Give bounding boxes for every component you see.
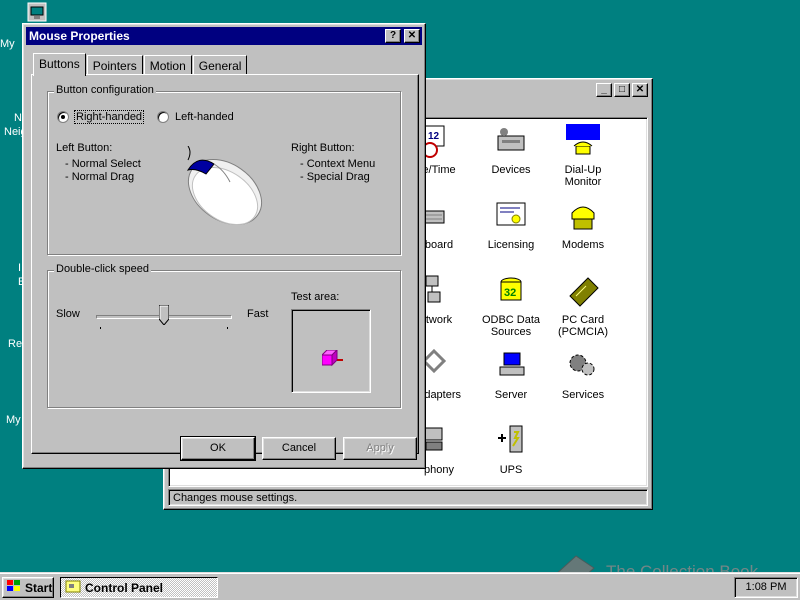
network-icon xyxy=(422,274,456,308)
system-tray: 1:08 PM xyxy=(734,577,798,598)
server-icon xyxy=(494,349,528,383)
cp-item-pc-card[interactable]: PC Card (PCMCIA) xyxy=(545,274,621,338)
odbc-icon: 32 xyxy=(494,274,528,308)
control-panel-icon xyxy=(65,579,81,596)
dialup-monitor-icon xyxy=(566,124,600,158)
help-button[interactable]: ? xyxy=(385,29,401,43)
minimize-button[interactable]: _ xyxy=(596,83,612,97)
modems-icon xyxy=(566,199,600,233)
clock[interactable]: 1:08 PM xyxy=(746,581,787,593)
button-configuration-label: Button configuration xyxy=(54,84,156,96)
cp-item-server[interactable]: Server xyxy=(473,349,549,401)
right-button-line2: - Special Drag xyxy=(300,171,370,183)
left-button-line1: - Normal Select xyxy=(65,158,141,170)
desktop-top-icon[interactable] xyxy=(27,2,47,22)
ups-icon xyxy=(494,424,528,458)
start-button[interactable]: Start xyxy=(2,577,54,598)
cp-item-ups[interactable]: UPS xyxy=(473,424,549,476)
tab-motion[interactable]: Motion xyxy=(143,55,192,75)
right-button-title: Right Button: xyxy=(291,142,355,154)
test-area[interactable] xyxy=(291,309,371,393)
devices-icon xyxy=(494,124,528,158)
maximize-button[interactable]: □ xyxy=(614,83,630,97)
right-handed-radio-dot xyxy=(57,111,69,123)
left-handed-radio[interactable]: Left-handed xyxy=(157,111,234,123)
tab-buttons[interactable]: Buttons xyxy=(33,53,86,76)
services-icon xyxy=(566,349,600,383)
cp-item-devices[interactable]: Devices xyxy=(473,124,549,176)
tab-strip: Buttons Pointers Motion General xyxy=(33,53,248,76)
scsi-adapters-icon xyxy=(421,348,456,383)
cp-item-services[interactable]: Services xyxy=(545,349,621,401)
cp-item-modems[interactable]: Modems xyxy=(545,199,621,251)
right-button-line1: - Context Menu xyxy=(300,158,376,170)
close-button[interactable]: ✕ xyxy=(632,83,648,97)
left-button-line2: - Normal Drag xyxy=(65,171,135,183)
right-handed-label: Right-handed xyxy=(73,110,145,124)
double-click-slider[interactable] xyxy=(96,303,232,333)
dialog-titlebar[interactable]: Mouse Properties ? ✕ xyxy=(26,27,422,45)
mouse-illustration-icon xyxy=(180,145,270,233)
status-bar: Changes mouse settings. xyxy=(168,489,648,506)
slow-label: Slow xyxy=(56,308,80,320)
mouse-properties-dialog: Mouse Properties ? ✕ Buttons Pointers Mo… xyxy=(22,23,426,469)
taskbar-item-control-panel[interactable]: Control Panel xyxy=(60,577,218,598)
apply-button[interactable]: Apply xyxy=(343,437,417,460)
left-button-title: Left Button: xyxy=(56,142,113,154)
taskbar-item-label: Control Panel xyxy=(85,580,164,595)
slider-thumb[interactable] xyxy=(158,304,170,326)
licensing-icon xyxy=(494,199,528,233)
ok-button[interactable]: OK xyxy=(180,436,256,461)
jack-in-the-box-icon xyxy=(320,348,344,371)
cp-item-odbc[interactable]: 32 ODBC Data Sources xyxy=(473,274,549,338)
cp-item-dial-up-monitor[interactable]: Dial-Up Monitor xyxy=(545,124,621,188)
date-time-icon: 12 xyxy=(422,124,456,158)
test-area-label: Test area: xyxy=(291,291,340,303)
cp-item-licensing[interactable]: Licensing xyxy=(473,199,549,251)
telephony-icon xyxy=(422,424,456,458)
slider-tick-end xyxy=(227,327,228,329)
tab-general[interactable]: General xyxy=(192,55,248,75)
taskbar: Start Control Panel 1:08 PM xyxy=(0,572,800,600)
left-handed-radio-dot xyxy=(157,111,169,123)
fast-label: Fast xyxy=(247,308,269,320)
status-text: Changes mouse settings. xyxy=(173,492,298,504)
tab-pointers[interactable]: Pointers xyxy=(86,55,143,75)
buttons-tab-panel: Button configuration Right-handed Left-h… xyxy=(31,74,419,454)
cancel-button[interactable]: Cancel xyxy=(262,437,336,460)
svg-text:12: 12 xyxy=(428,131,440,142)
windows-logo-icon xyxy=(6,579,22,596)
slider-tick-start xyxy=(100,327,101,329)
button-configuration-group: Button configuration Right-handed Left-h… xyxy=(47,84,401,255)
double-click-speed-label: Double-click speed xyxy=(54,263,151,275)
start-label: Start xyxy=(25,580,53,595)
dialog-close-button[interactable]: ✕ xyxy=(404,29,420,43)
double-click-speed-group: Double-click speed Slow Fast Test area: xyxy=(47,263,401,408)
keyboard-icon xyxy=(421,199,456,233)
dialog-title: Mouse Properties xyxy=(29,29,130,43)
right-handed-radio[interactable]: Right-handed xyxy=(57,110,145,124)
svg-text:32: 32 xyxy=(504,287,516,299)
control-panel-title-buttons: _ □ ✕ xyxy=(596,83,648,97)
left-handed-label: Left-handed xyxy=(175,111,234,123)
pc-card-icon xyxy=(566,274,600,308)
